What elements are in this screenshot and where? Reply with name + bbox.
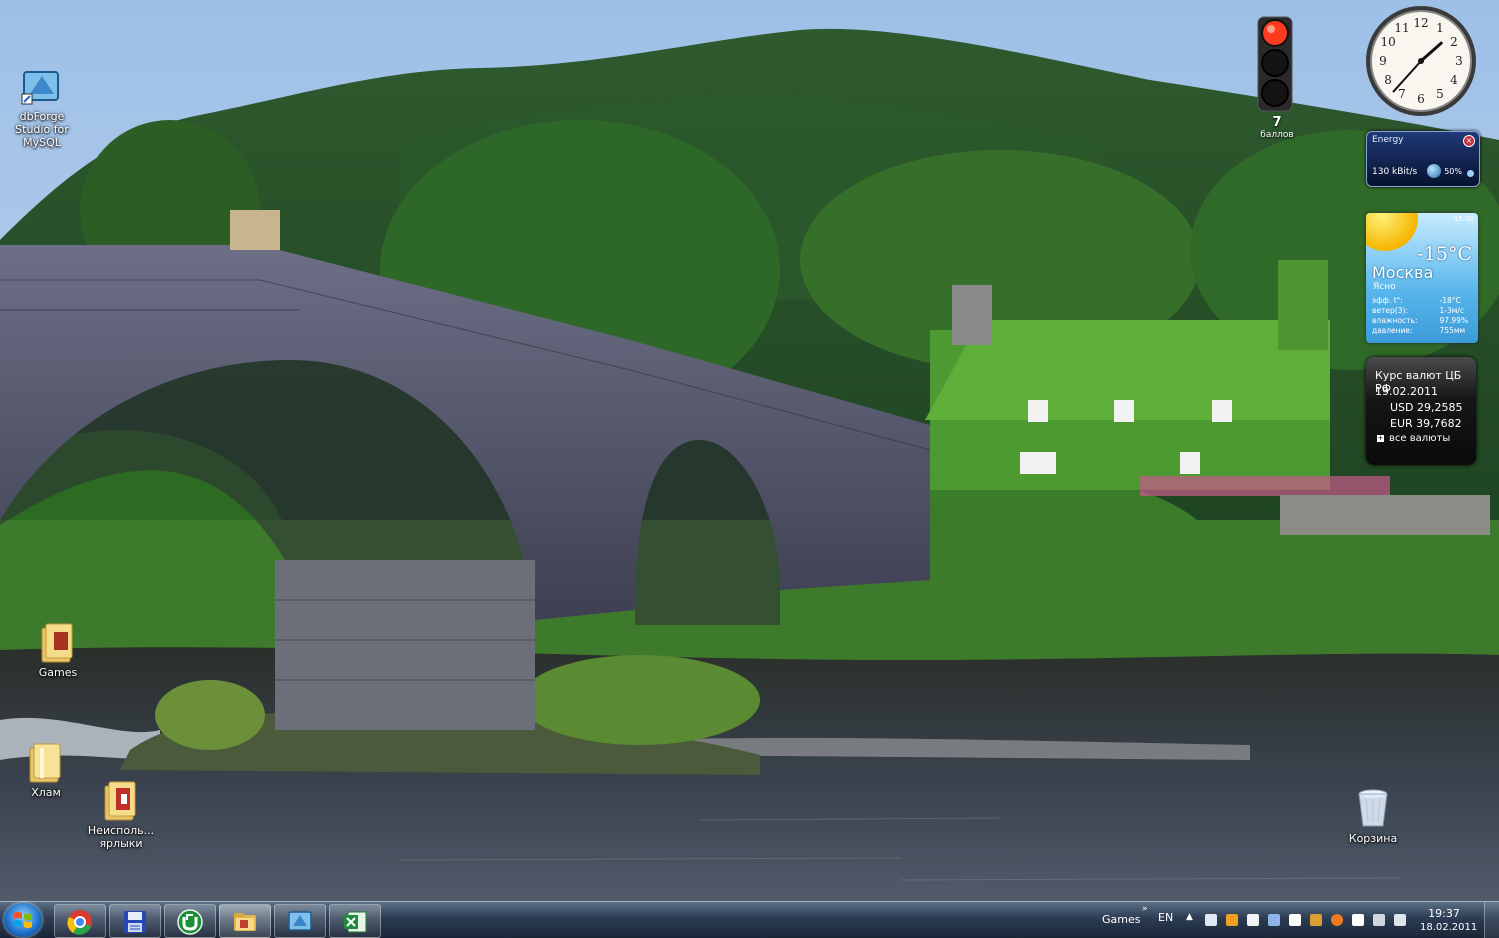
energy-speed: 130 kBit/s bbox=[1372, 167, 1418, 177]
language-indicator[interactable]: EN bbox=[1158, 911, 1173, 924]
weather-row: ветер(З): 1-3м/с bbox=[1372, 306, 1470, 316]
chrome-icon bbox=[67, 910, 92, 935]
weather-condition: Ясно bbox=[1373, 282, 1396, 292]
analog-clock-face: 12 12 3 45678 9 1011 bbox=[1366, 6, 1476, 116]
desktop-icon-games[interactable]: Games bbox=[10, 622, 106, 679]
desktop-icon-unused-shortcuts[interactable]: Неисполь... ярлыки bbox=[73, 780, 169, 850]
action-center-flag-icon[interactable] bbox=[1352, 914, 1364, 926]
taskbar-excel-button[interactable] bbox=[329, 904, 381, 938]
folder-icon bbox=[29, 743, 61, 783]
folder-icon bbox=[234, 913, 256, 931]
energy-gadget[interactable]: Energy × 130 kBit/s 50% bbox=[1366, 131, 1480, 187]
weather-row: эфф. t°: -18°C bbox=[1372, 296, 1470, 306]
weather-row-value: 97.99% bbox=[1439, 316, 1469, 325]
floppy-disk-icon bbox=[124, 911, 146, 933]
globe-icon bbox=[1427, 164, 1441, 178]
desktop-icon-label: Неисполь... ярлыки bbox=[87, 824, 155, 850]
all-currencies-link[interactable]: + все валюты bbox=[1377, 433, 1450, 444]
toolbar-chevron-icon[interactable]: » bbox=[1142, 904, 1148, 914]
desktop-icon-label: Корзина bbox=[1348, 832, 1398, 845]
weather-details: эфф. t°: -18°C ветер(З): 1-3м/с влажност… bbox=[1372, 296, 1470, 336]
weather-time: 15:00 bbox=[1453, 215, 1474, 223]
network-icon[interactable] bbox=[1373, 914, 1385, 926]
desktop-wallpaper bbox=[0, 0, 1499, 937]
weather-row: влажность: 97.99% bbox=[1372, 316, 1470, 326]
volume-icon[interactable] bbox=[1394, 914, 1406, 926]
tray-app-icon[interactable] bbox=[1310, 914, 1322, 926]
traffic-light-gadget[interactable]: 7 баллов bbox=[1254, 15, 1300, 140]
clock-numeral: 1 bbox=[1436, 21, 1444, 35]
energy-percent: 50% bbox=[1444, 167, 1462, 176]
taskbar-dbforge-button[interactable] bbox=[274, 904, 326, 938]
clock-numeral: 4 bbox=[1450, 73, 1458, 87]
recycle-bin-icon bbox=[1358, 789, 1388, 827]
weather-row-label: ветер(З): bbox=[1372, 306, 1408, 315]
dbforge-icon bbox=[288, 911, 312, 931]
tray-app-icon[interactable] bbox=[1226, 914, 1238, 926]
show-hidden-icons-icon[interactable]: ▲ bbox=[1186, 912, 1193, 922]
utorrent-icon bbox=[177, 909, 203, 935]
weather-city: Москва bbox=[1372, 263, 1434, 282]
weather-row-label: влажность: bbox=[1372, 316, 1418, 325]
weather-row: давление: 755мм bbox=[1372, 326, 1470, 336]
expand-icon: + bbox=[1377, 434, 1384, 442]
clock-numeral: 5 bbox=[1436, 87, 1444, 101]
taskbar: Games » EN ▲ 19:37 18.02.2011 bbox=[0, 901, 1499, 938]
status-dot-icon bbox=[1467, 170, 1474, 177]
taskbar-chrome-button[interactable] bbox=[54, 904, 106, 938]
clock-numeral: 11 bbox=[1394, 21, 1409, 35]
currency-gadget[interactable]: Курс валют ЦБ РФ 19.02.2011 USD 29,2585 … bbox=[1366, 357, 1476, 465]
tray-app-icon[interactable] bbox=[1205, 914, 1217, 926]
all-currencies-label: все валюты bbox=[1389, 433, 1451, 444]
tray-app-icon[interactable] bbox=[1247, 914, 1259, 926]
clock-numeral: 2 bbox=[1450, 35, 1458, 49]
excel-icon bbox=[344, 911, 367, 933]
tray-app-icon[interactable] bbox=[1331, 914, 1343, 926]
score-label: баллов bbox=[1260, 130, 1294, 140]
weather-row-label: давление: bbox=[1372, 326, 1413, 335]
folder-icon bbox=[41, 623, 73, 663]
folder-icon bbox=[104, 781, 136, 821]
currency-usd: USD 29,2585 bbox=[1390, 401, 1463, 414]
clock-numeral: 7 bbox=[1398, 87, 1406, 101]
clock-numeral: 10 bbox=[1380, 35, 1395, 49]
traffic-light-icon bbox=[1257, 16, 1293, 112]
weather-gadget[interactable]: 15:00 -15°C Москва Ясно эфф. t°: -18°C в… bbox=[1366, 213, 1478, 343]
desktop-icon-recycle-bin[interactable]: Корзина bbox=[1325, 788, 1421, 845]
weather-row-value: -18°C bbox=[1439, 296, 1461, 305]
clock-numeral: 6 bbox=[1417, 92, 1425, 106]
clock-numeral: 12 bbox=[1413, 16, 1428, 30]
start-button[interactable] bbox=[4, 903, 42, 937]
clock-numeral: 3 bbox=[1455, 54, 1463, 68]
weather-row-label: эфф. t°: bbox=[1372, 296, 1403, 305]
desktop-icon-dbforge[interactable]: dbForge Studio for MySQL bbox=[0, 66, 90, 149]
clock-numeral: 9 bbox=[1379, 54, 1387, 68]
weather-row-value: 755мм bbox=[1439, 326, 1466, 335]
weather-temperature: -15°C bbox=[1417, 243, 1472, 265]
clock-gadget[interactable]: 12 1 2 3 4 5 6 7 8 9 10 11 bbox=[1364, 4, 1478, 118]
desktop-icon-label: dbForge Studio for MySQL bbox=[15, 110, 69, 149]
games-toolbar-label[interactable]: Games bbox=[1102, 913, 1140, 926]
sun-icon bbox=[1366, 213, 1418, 251]
currency-date: 19.02.2011 bbox=[1375, 385, 1438, 398]
tray-app-icon[interactable] bbox=[1289, 914, 1301, 926]
clock-numeral: 8 bbox=[1384, 73, 1392, 87]
close-icon[interactable]: × bbox=[1463, 135, 1475, 147]
currency-eur: EUR 39,7682 bbox=[1390, 417, 1462, 430]
tray-clock-date[interactable]: 18.02.2011 bbox=[1420, 922, 1477, 933]
show-desktop-button[interactable] bbox=[1484, 902, 1499, 938]
desktop-icon-label: Games bbox=[38, 666, 78, 679]
score-value: 7 bbox=[1272, 115, 1282, 130]
dbforge-icon bbox=[21, 71, 59, 105]
taskbar-explorer-button[interactable] bbox=[219, 904, 271, 938]
taskbar-utorrent-button[interactable] bbox=[164, 904, 216, 938]
weather-row-value: 1-3м/с bbox=[1439, 306, 1465, 315]
taskbar-save-button[interactable] bbox=[109, 904, 161, 938]
windows-logo-icon bbox=[14, 911, 32, 929]
energy-title: Energy bbox=[1372, 135, 1404, 145]
tray-app-icon[interactable] bbox=[1268, 914, 1280, 926]
tray-clock-time[interactable]: 19:37 bbox=[1420, 907, 1468, 920]
